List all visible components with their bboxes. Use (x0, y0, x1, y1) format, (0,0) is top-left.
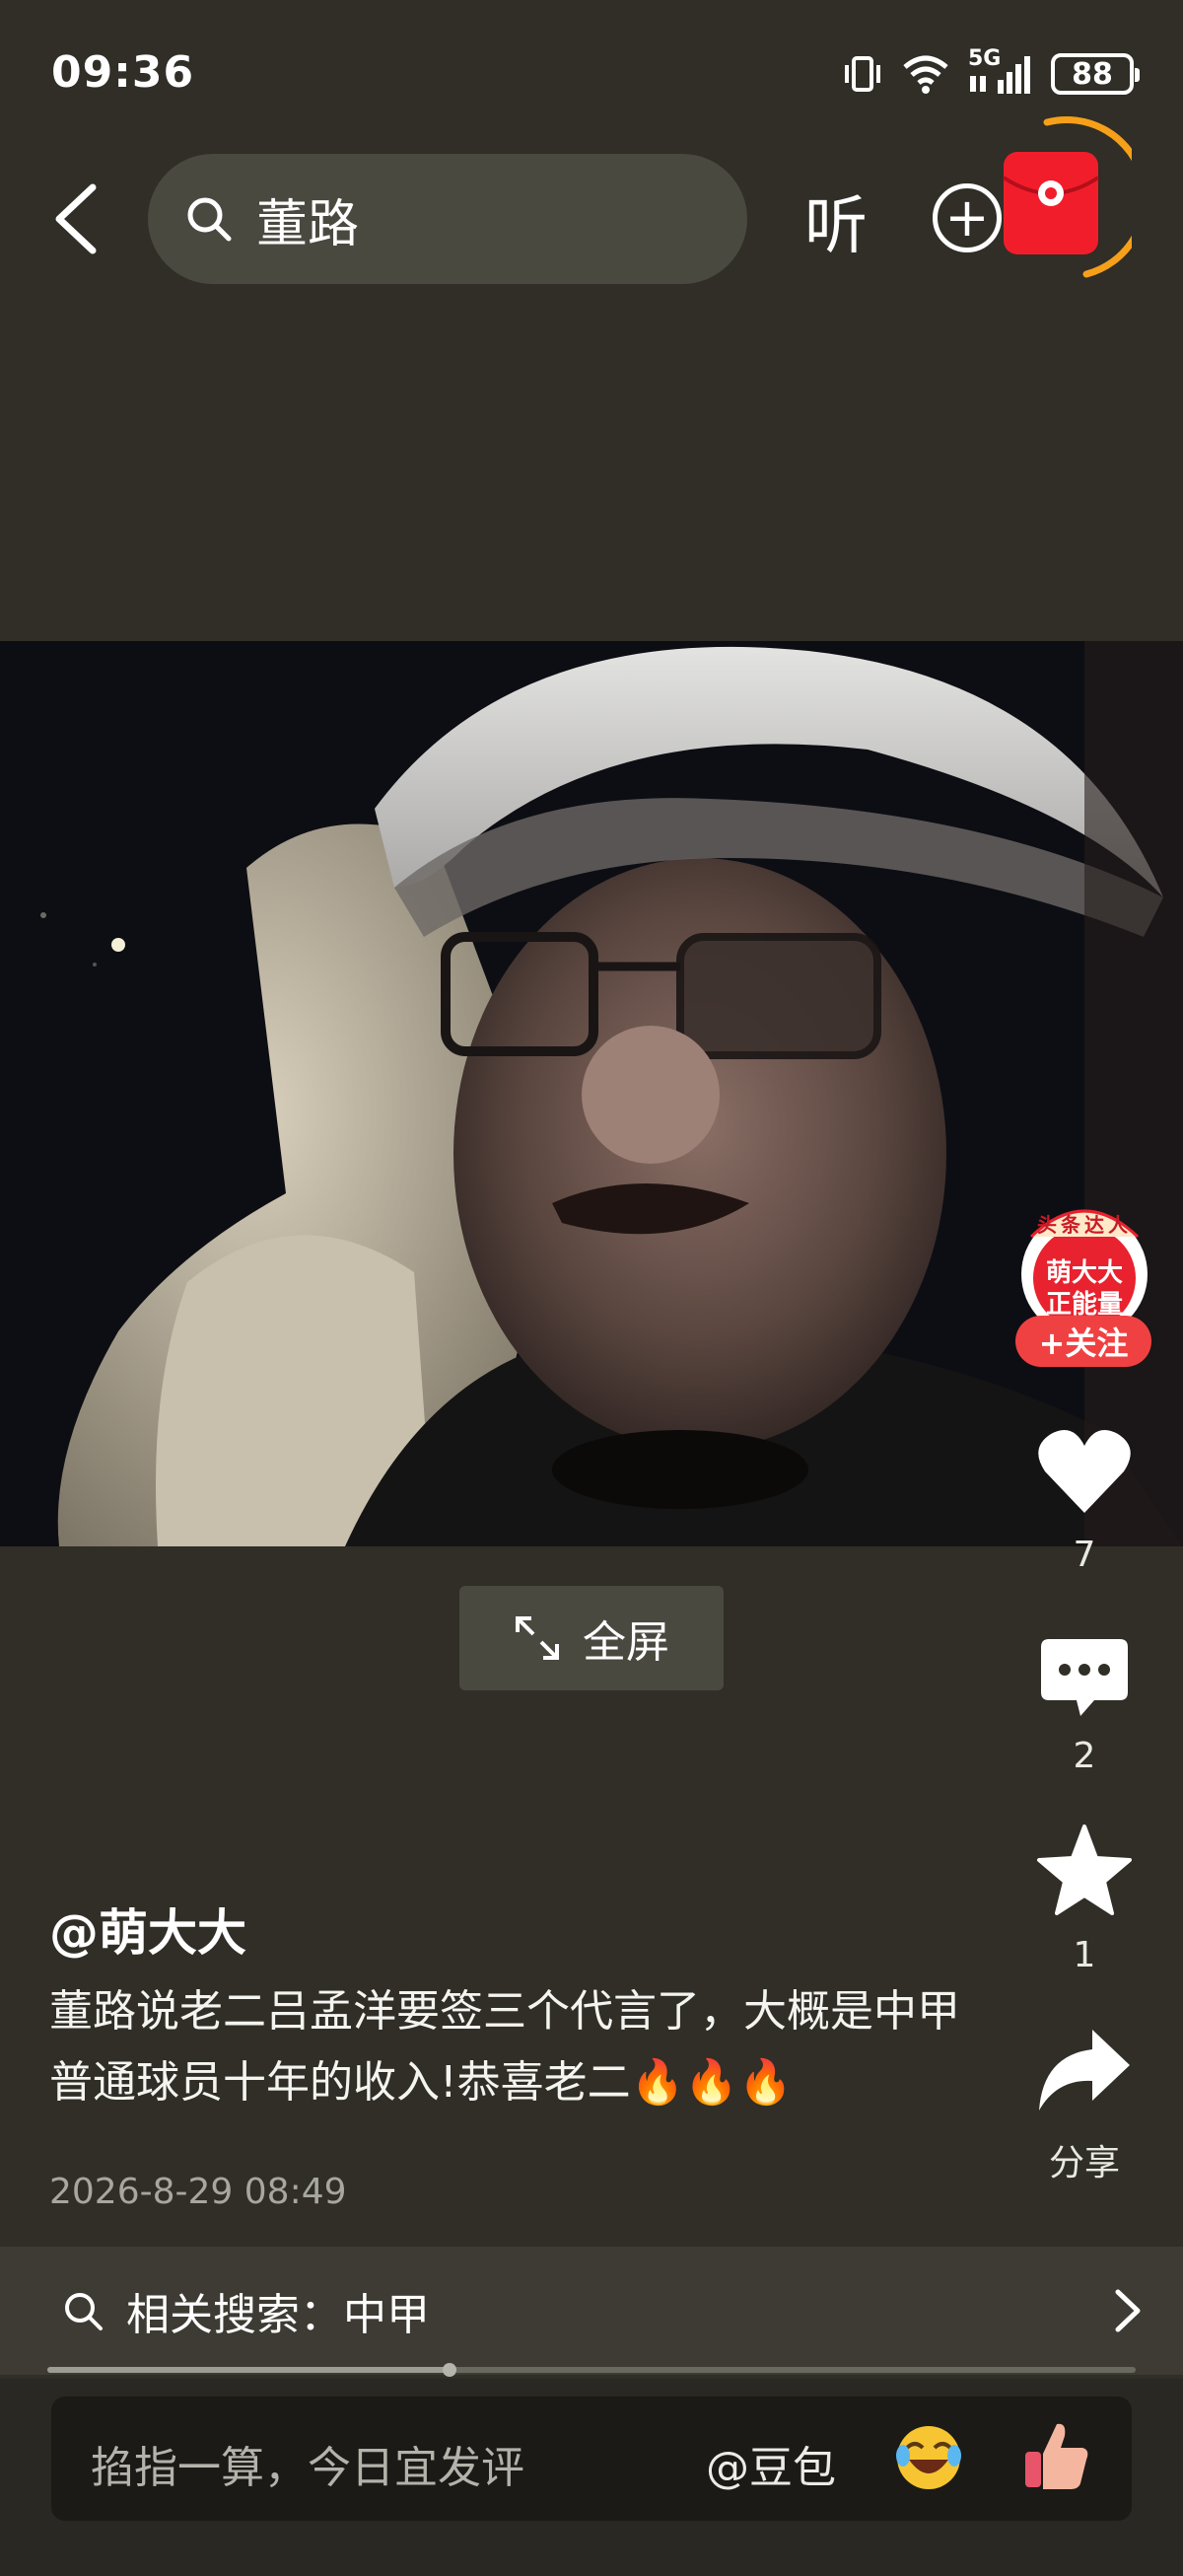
author-handle[interactable]: @萌大大 (49, 1894, 246, 1965)
like-count: 7 (1073, 1535, 1096, 1575)
back-icon[interactable] (47, 179, 106, 258)
battery-level: 88 (1072, 56, 1113, 92)
comment-placeholder: 掐指一算，今日宜发评 (91, 2443, 524, 2493)
favorite-count: 1 (1073, 1935, 1096, 1975)
expand-icon (516, 1616, 559, 1660)
signal-icon: 5G (968, 46, 1033, 96)
red-packet-icon[interactable] (996, 148, 1106, 258)
comment-count: 2 (1073, 1736, 1096, 1776)
status-time: 09:36 (51, 47, 195, 98)
related-search-label: 相关搜索：中甲 (126, 2290, 430, 2340)
follow-button[interactable]: +关注 (1015, 1316, 1151, 1367)
badge-top-text: 头条达人 (1037, 1213, 1132, 1237)
playback-progress-fill (47, 2367, 451, 2373)
video-frame (0, 641, 1183, 1546)
thumbs-up-emoji-icon[interactable] (1021, 2418, 1092, 2493)
listen-button[interactable]: 听 (804, 176, 868, 266)
post-caption: 董路说老二吕孟洋要签三个代言了，大概是中甲普通球员十年的收入!恭喜老二🔥🔥🔥 (49, 1986, 960, 2108)
video-player[interactable] (0, 641, 1183, 1546)
share-icon[interactable] (1035, 2026, 1134, 2114)
fullscreen-label: 全屏 (583, 1617, 669, 1668)
related-search-bar[interactable]: 相关搜索：中甲 (0, 2247, 1183, 2375)
comment-icon[interactable] (1037, 1633, 1132, 1728)
laughing-emoji-icon[interactable] (893, 2422, 964, 2493)
search-query: 董路 (256, 194, 360, 254)
status-icons: 5G 88 (842, 46, 1140, 99)
vibrate-icon (845, 56, 880, 92)
heart-icon[interactable] (1037, 1426, 1132, 1517)
post-time: 2026-8-29 08:49 (49, 2172, 347, 2212)
wifi-icon (903, 55, 948, 94)
search-icon (65, 2293, 103, 2330)
mention-doubao-button[interactable]: @豆包 (706, 2432, 836, 2495)
fullscreen-button[interactable]: 全屏 (459, 1586, 724, 1690)
battery-indicator: 88 (1051, 53, 1140, 95)
chevron-right-icon[interactable] (1108, 2286, 1148, 2335)
star-icon[interactable] (1035, 1823, 1134, 1917)
search-icon (187, 197, 232, 242)
share-label[interactable]: 分享 (1025, 2134, 1144, 2185)
search-input[interactable]: 董路 (148, 154, 747, 284)
